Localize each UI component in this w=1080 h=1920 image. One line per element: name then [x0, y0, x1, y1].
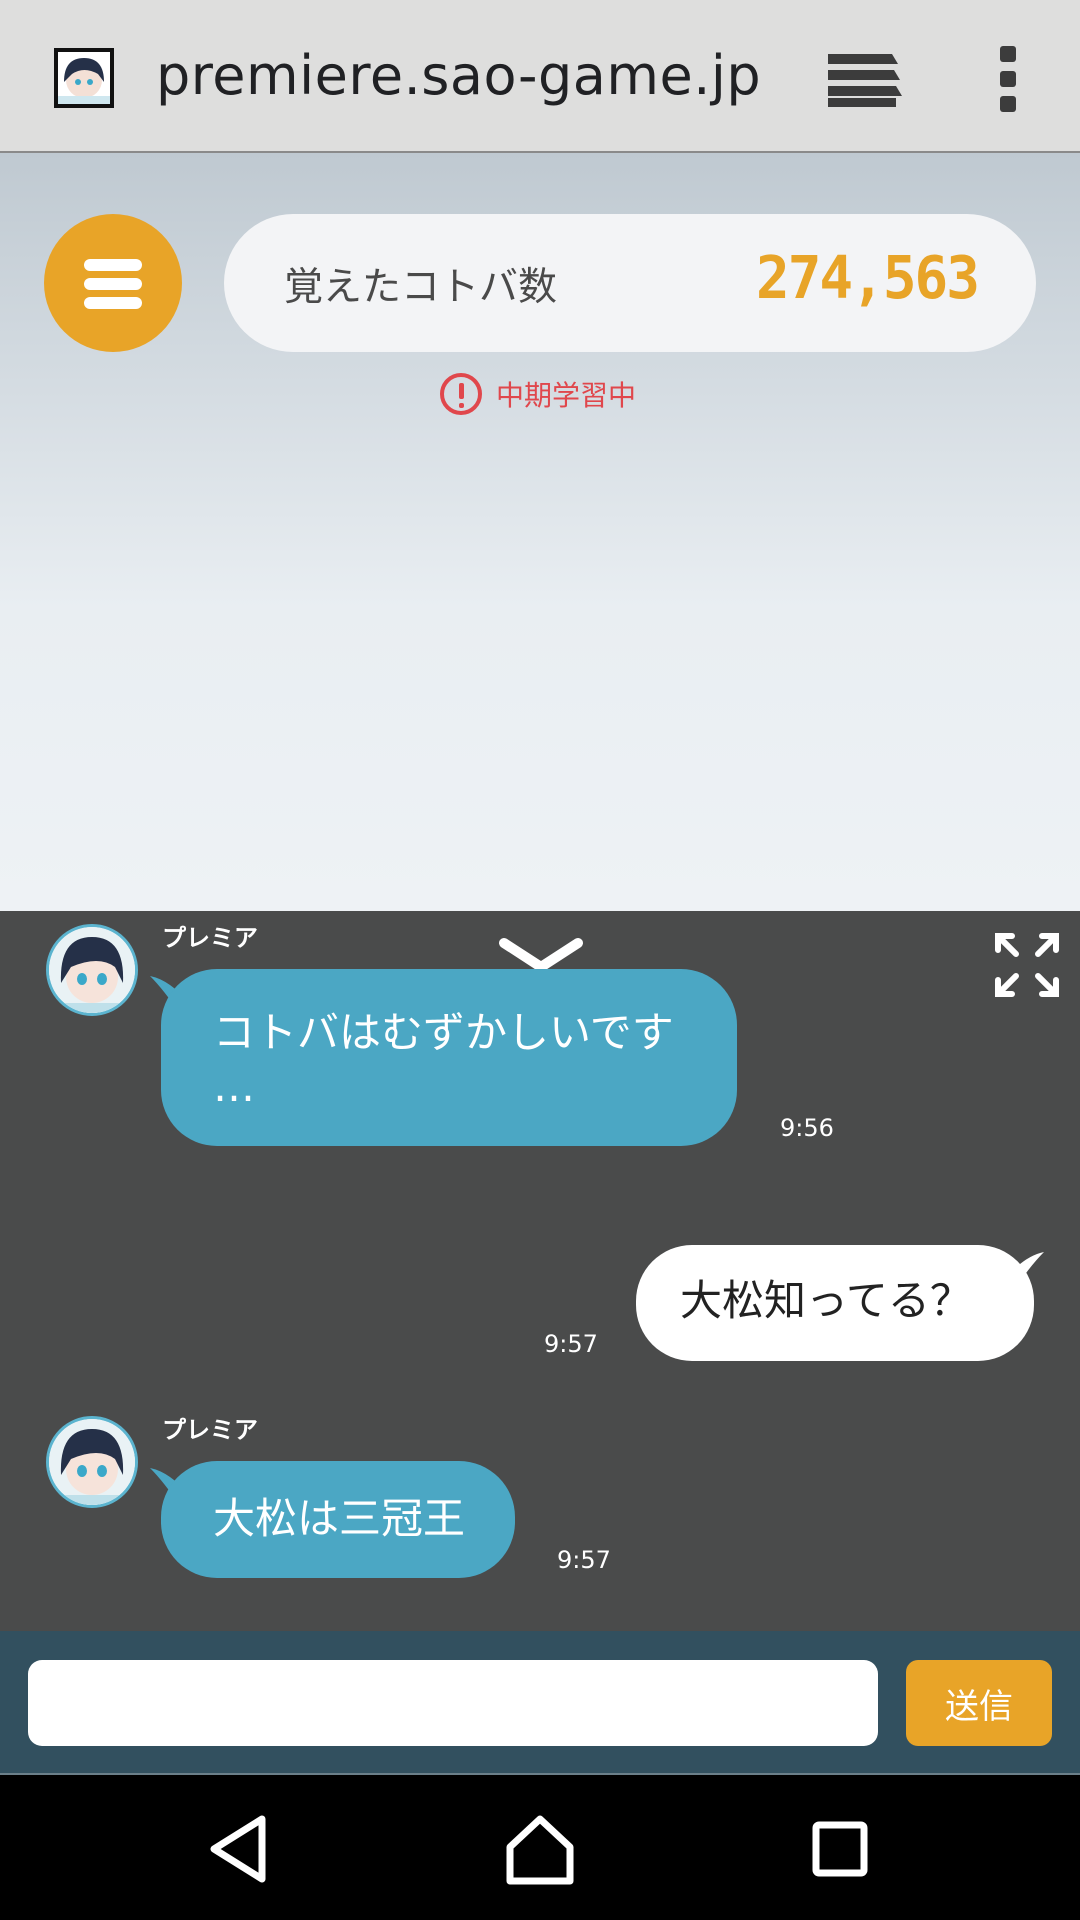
site-favicon	[54, 48, 114, 108]
browser-toolbar: premiere.sao-game.jp	[0, 0, 1080, 153]
message-bubble: コトバはむずかしいです …	[161, 969, 737, 1146]
hamburger-menu-button[interactable]	[44, 214, 182, 352]
address-bar-url[interactable]: premiere.sao-game.jp	[156, 44, 761, 107]
message-input[interactable]	[28, 1660, 878, 1746]
message-text-continued: …	[213, 1062, 255, 1111]
bot-avatar[interactable]	[46, 924, 138, 1016]
system-nav-bar	[0, 1777, 1080, 1920]
message-text: コトバはむずかしいです	[213, 1008, 674, 1057]
learning-status: 中期学習中	[440, 372, 636, 416]
message-text: 大松は三冠王	[213, 1494, 466, 1543]
message-bubble: 大松は三冠王	[161, 1461, 515, 1578]
message-bubble-user: 大松知ってる？	[636, 1245, 1034, 1361]
more-options-icon[interactable]	[996, 46, 1020, 112]
recent-apps-icon[interactable]	[800, 1809, 880, 1889]
home-icon[interactable]	[500, 1809, 580, 1889]
sender-name: プレミア	[162, 924, 258, 952]
sender-name: プレミア	[162, 1416, 258, 1444]
send-button[interactable]: 送信	[906, 1660, 1052, 1746]
message-time: 9:56	[780, 1114, 834, 1142]
message-text: 大松知ってる？	[680, 1276, 972, 1325]
message-time: 9:57	[544, 1330, 598, 1358]
status-text: 中期学習中	[496, 379, 637, 412]
word-count-value: 274,563	[755, 244, 980, 313]
hamburger-icon	[84, 259, 142, 271]
alert-icon	[440, 373, 482, 415]
word-count-label: 覚えたコトバ数	[284, 265, 558, 310]
message-input-bar: 送信	[0, 1631, 1080, 1775]
back-icon[interactable]	[200, 1809, 280, 1889]
expand-icon[interactable]	[994, 932, 1060, 998]
message-time: 9:57	[557, 1546, 611, 1574]
tabs-icon[interactable]	[826, 50, 902, 108]
word-count-panel: 覚えたコトバ数 274,563	[224, 214, 1036, 352]
bot-avatar[interactable]	[46, 1416, 138, 1508]
